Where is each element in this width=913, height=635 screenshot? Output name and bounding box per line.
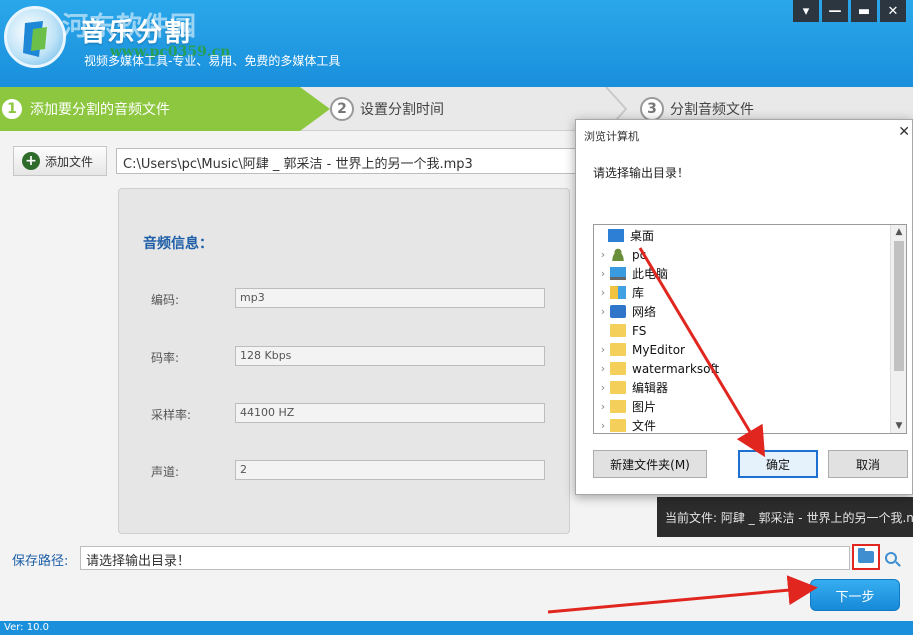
expand-chevron-icon[interactable]: ›	[596, 343, 610, 356]
tree-item[interactable]: › MyEditor	[596, 340, 685, 359]
library-icon	[610, 286, 626, 299]
tree-item[interactable]: 桌面	[594, 226, 654, 245]
browse-dialog: 浏览计算机 ✕ 请选择输出目录！ 桌面 › pc › 此电脑 › 库 › 网络 FS › MyEdit…	[575, 119, 913, 495]
close-icon[interactable]: ✕	[880, 0, 906, 22]
search-icon	[885, 552, 897, 564]
add-file-label: 添加文件	[45, 154, 94, 169]
tree-item[interactable]: › 库	[596, 283, 644, 302]
step-label: 分割音频文件	[670, 102, 754, 118]
audio-info-panel: 音频信息： 编码: mp3 码率: 128 Kbps 采样率: 44100 HZ…	[118, 188, 570, 534]
current-file-status: 当前文件: 阿肆 _ 郭采洁 - 世界上的另一个我.n	[657, 497, 913, 537]
computer-icon	[610, 267, 626, 280]
cancel-button[interactable]: 取消	[828, 450, 908, 478]
folder-icon	[610, 324, 626, 337]
channels-label: 声道:	[151, 465, 180, 479]
tree-item[interactable]: › 文件	[596, 416, 657, 433]
user-icon	[610, 248, 626, 261]
tree-scrollbar[interactable]: ▲ ▼	[890, 225, 906, 433]
open-folder-button[interactable]	[880, 546, 902, 570]
watermark-text: 河东软件园	[62, 12, 198, 42]
tree-item-label: FS	[632, 323, 647, 338]
app-subtitle: 视频多媒体工具-专业、易用、免费的多媒体工具	[84, 54, 341, 68]
tree-item-label: 图片	[632, 400, 657, 414]
menu-dropdown-icon[interactable]: ▾	[793, 0, 819, 22]
network-icon	[610, 305, 626, 318]
expand-chevron-icon[interactable]: ›	[596, 419, 610, 432]
tree-item-label: pc	[632, 247, 647, 262]
folder-icon	[610, 381, 626, 394]
expand-chevron-icon[interactable]: ›	[596, 362, 610, 375]
step-number: 3	[640, 97, 664, 121]
arrow-to-next	[547, 575, 818, 614]
folder-tree[interactable]: 桌面 › pc › 此电脑 › 库 › 网络 FS › MyEditor › watermarksoft ›…	[593, 224, 907, 434]
tree-item-label: watermarksoft	[632, 361, 720, 376]
step-set-time[interactable]: 2 设置分割时间	[330, 87, 444, 131]
tree-item[interactable]: › 网络	[596, 302, 656, 321]
tree-item[interactable]: › 图片	[596, 397, 656, 416]
bitrate-value: 128 Kbps	[235, 346, 545, 366]
audio-info-title: 音频信息：	[143, 236, 213, 252]
tree-item-label: 库	[632, 286, 645, 300]
browse-folder-button[interactable]	[852, 544, 880, 570]
tree-item[interactable]: › 编辑器	[596, 378, 668, 397]
folder-icon	[858, 548, 874, 563]
ok-button[interactable]: 确定	[738, 450, 818, 478]
tree-item[interactable]: › watermarksoft	[596, 359, 719, 378]
minimize-icon[interactable]: —	[822, 0, 848, 22]
dialog-close-icon[interactable]: ✕	[898, 124, 910, 140]
desktop-icon	[608, 229, 624, 242]
plus-icon: +	[22, 152, 40, 170]
samplerate-label: 采样率:	[151, 408, 192, 422]
codec-value: mp3	[235, 288, 545, 308]
status-bar: Ver: 10.0	[0, 621, 913, 635]
tree-item[interactable]: › pc	[596, 245, 646, 264]
scroll-up-icon[interactable]: ▲	[891, 227, 906, 237]
file-path-field[interactable]: C:\Users\pc\Music\阿肆 _ 郭采洁 - 世界上的另一个我.mp…	[116, 148, 586, 174]
expand-chevron-icon[interactable]: ›	[596, 400, 610, 413]
expand-chevron-icon[interactable]: ›	[596, 248, 610, 261]
save-path-input[interactable]: 请选择输出目录！	[80, 546, 850, 570]
tree-item[interactable]: › 此电脑	[596, 264, 668, 283]
add-file-button[interactable]: + 添加文件	[13, 146, 107, 176]
tree-item-label: 编辑器	[632, 381, 669, 395]
version-label: Ver: 10.0	[4, 622, 49, 633]
step-label: 添加要分割的音频文件	[30, 102, 170, 118]
expand-chevron-icon[interactable]: ›	[596, 286, 610, 299]
tree-item-label: 桌面	[630, 229, 655, 243]
tree-item-label: MyEditor	[632, 342, 685, 357]
folder-icon	[610, 419, 626, 432]
scroll-thumb[interactable]	[894, 241, 904, 371]
dialog-title: 浏览计算机	[584, 130, 639, 143]
step-number: 2	[330, 97, 354, 121]
expand-chevron-icon[interactable]: ›	[596, 381, 610, 394]
tree-item-label: 网络	[632, 305, 657, 319]
bitrate-label: 码率:	[151, 351, 180, 365]
next-button[interactable]: 下一步	[810, 579, 900, 611]
dialog-prompt: 请选择输出目录！	[593, 166, 690, 180]
tree-item-label: 此电脑	[632, 267, 669, 281]
step-label: 设置分割时间	[360, 102, 444, 118]
expand-chevron-icon[interactable]: ›	[596, 267, 610, 280]
new-folder-button[interactable]: 新建文件夹(M)	[593, 450, 707, 478]
tree-item-label: 文件	[632, 419, 657, 433]
folder-icon	[610, 343, 626, 356]
maximize-icon[interactable]: ▬	[851, 0, 877, 22]
folder-icon	[610, 362, 626, 375]
app-header: 音乐分割 河东软件园 www.pc0359.cn 视频多媒体工具-专业、易用、免…	[0, 0, 913, 87]
window-controls: ▾ — ▬ ✕	[793, 0, 906, 22]
scroll-down-icon[interactable]: ▼	[891, 421, 906, 431]
step-add-file[interactable]: 1 添加要分割的音频文件	[0, 87, 330, 131]
expand-chevron-icon[interactable]: ›	[596, 305, 610, 318]
app-logo-icon	[4, 6, 66, 68]
tree-item[interactable]: FS	[596, 321, 646, 340]
samplerate-value: 44100 HZ	[235, 403, 545, 423]
codec-label: 编码:	[151, 293, 180, 307]
save-path-label: 保存路径:	[12, 554, 69, 569]
step-number: 1	[0, 97, 24, 121]
folder-icon	[610, 400, 626, 413]
channels-value: 2	[235, 460, 545, 480]
